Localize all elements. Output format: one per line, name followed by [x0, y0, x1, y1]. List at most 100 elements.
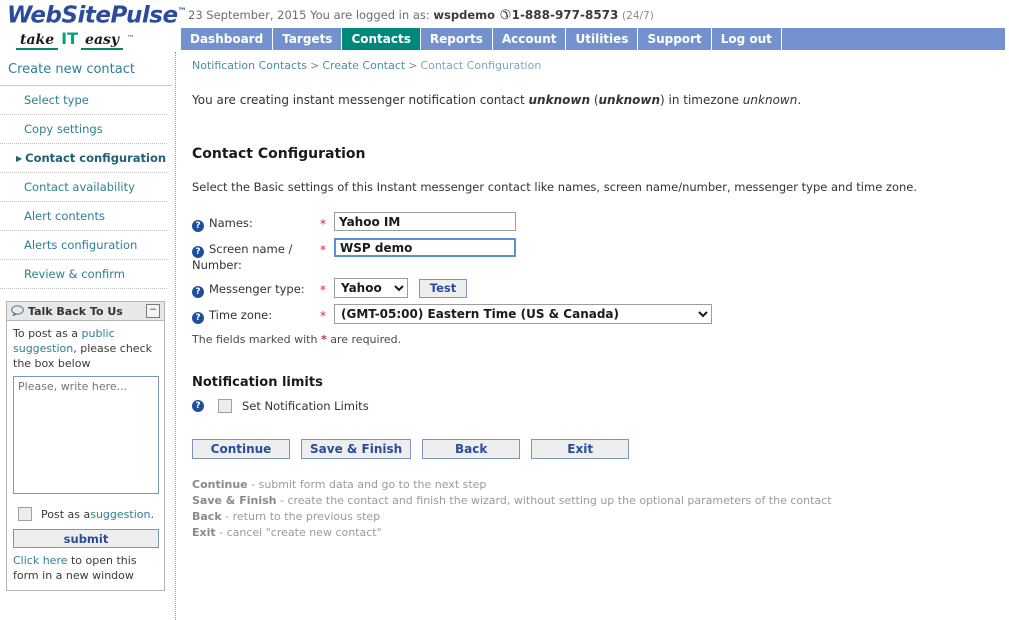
- screen-name-input-cell: [334, 238, 712, 278]
- main-content: Notification Contacts > Create Contact > Con…: [190, 52, 1002, 541]
- sidebar-item-alerts-configuration[interactable]: Alerts configuration: [0, 231, 167, 260]
- current-date: 23 September, 2015: [188, 8, 307, 22]
- intro-timezone-prefix: ) in timezone: [659, 93, 743, 107]
- screen-name-required-star: *: [320, 243, 326, 257]
- intro-prefix: You are creating instant messenger notif…: [192, 93, 529, 107]
- legend-item-exit: Exit - cancel "create new contact": [192, 525, 1002, 541]
- form-row-names: ? Names: *: [192, 212, 712, 238]
- back-button[interactable]: Back: [422, 439, 521, 459]
- logo-tagline: take IT easy ™: [4, 29, 180, 51]
- tagline-word-easy: easy: [81, 32, 124, 51]
- screen-name-label: Screen name / Number:: [192, 242, 293, 272]
- user-status-bar: 23 September, 2015 You are logged in as:…: [188, 8, 654, 23]
- continue-button[interactable]: Continue: [192, 439, 290, 459]
- action-buttons: Continue Save & Finish Back Exit: [192, 439, 1002, 459]
- breadcrumb-item-notification-contacts[interactable]: Notification Contacts: [192, 59, 307, 72]
- names-label: Names:: [209, 216, 253, 230]
- nav-item-reports[interactable]: Reports: [420, 28, 493, 50]
- trademark-symbol: ™: [177, 7, 187, 17]
- nav-item-targets[interactable]: Targets: [273, 28, 343, 50]
- timezone-required-star: *: [320, 309, 326, 323]
- sidebar-item-review-confirm[interactable]: Review & confirm: [0, 260, 167, 289]
- logo-text: WebSitePulse: [7, 2, 178, 29]
- legend-desc: - cancel "create new contact": [215, 526, 382, 539]
- button-legend: Continue - submit form data and go to th…: [192, 477, 1002, 541]
- talk-back-footer: Click here to open this form in a new wi…: [13, 548, 158, 583]
- legend-item-continue: Continue - submit form data and go to th…: [192, 477, 1002, 493]
- nav-item-utilities[interactable]: Utilities: [566, 28, 639, 50]
- section-description: Select the Basic settings of this Instan…: [192, 180, 918, 194]
- collapse-icon[interactable]: −: [146, 304, 160, 318]
- page-title: Contact Configuration: [192, 146, 366, 162]
- help-icon[interactable]: ?: [192, 286, 204, 298]
- talk-back-panel: Talk Back To Us − To post as a public su…: [6, 301, 165, 591]
- messenger-type-label: Messenger type:: [209, 282, 305, 296]
- tagline-trademark-symbol: ™: [127, 33, 135, 42]
- suggestion-link[interactable]: suggestion: [90, 508, 150, 521]
- open-in-new-window-link[interactable]: Click here: [13, 554, 68, 567]
- messenger-type-input-cell: Yahoo Test: [334, 278, 712, 304]
- talk-back-submit-button[interactable]: submit: [13, 529, 159, 548]
- site-logo[interactable]: WebSitePulse™ take IT easy ™: [4, 0, 187, 51]
- contact-configuration-form: ?Names: * ?Screen name / Number: * ?Mess…: [192, 212, 712, 324]
- sidebar-item-alert-contents[interactable]: Alert contents: [0, 202, 167, 231]
- tagline-word-it: IT: [61, 29, 79, 49]
- help-icon[interactable]: ?: [192, 312, 204, 324]
- sidebar-title: Create new contact: [0, 52, 172, 86]
- legend-name: Back: [192, 510, 222, 523]
- nav-item-logout[interactable]: Log out: [711, 28, 782, 50]
- breadcrumb-item-create-contact[interactable]: Create Contact: [322, 59, 405, 72]
- talk-back-textarea[interactable]: [13, 376, 159, 494]
- timezone-select[interactable]: (GMT-05:00) Eastern Time (US & Canada): [334, 304, 712, 324]
- help-icon[interactable]: ?: [192, 246, 204, 258]
- breadcrumb-separator: >: [408, 59, 418, 72]
- legend-name: Save & Finish: [192, 494, 277, 507]
- breadcrumb-separator: >: [310, 59, 320, 72]
- nav-item-contacts[interactable]: Contacts: [342, 28, 421, 50]
- username: wspdemo: [433, 8, 496, 22]
- sidebar-item-contact-availability[interactable]: Contact availability: [0, 173, 167, 202]
- sidebar-item-contact-configuration[interactable]: ▶ Contact configuration: [0, 144, 167, 173]
- legend-name: Exit: [192, 526, 216, 539]
- notification-limits-title: Notification limits: [192, 375, 323, 390]
- names-input-cell: [334, 212, 712, 238]
- legend-desc: - create the contact and finish the wiza…: [276, 494, 832, 507]
- timezone-label-cell: ? Time zone:: [192, 304, 320, 324]
- intro-timezone-value: unknown: [742, 93, 798, 107]
- intro-text-a: To post as a: [13, 327, 82, 340]
- help-icon[interactable]: ?: [192, 220, 204, 232]
- help-icon[interactable]: ?: [192, 400, 204, 412]
- tagline-word-take: take: [16, 32, 59, 51]
- support-hours: (24/7): [622, 10, 654, 22]
- post-as-suggestion-checkbox[interactable]: [18, 507, 32, 521]
- timezone-label: Time zone:: [209, 308, 273, 322]
- phone-icon: ✆: [499, 8, 511, 23]
- intro-suffix: .: [797, 93, 802, 107]
- nav-item-account[interactable]: Account: [492, 28, 567, 50]
- sidebar-item-label: Contact configuration: [25, 151, 167, 165]
- test-button[interactable]: Test: [419, 278, 467, 298]
- names-input[interactable]: [334, 212, 516, 231]
- logo-wordmark: WebSitePulse™: [4, 0, 187, 29]
- sidebar-item-select-type[interactable]: Select type: [0, 86, 167, 115]
- save-finish-button[interactable]: Save & Finish: [301, 439, 412, 459]
- set-notification-limits-checkbox[interactable]: [218, 399, 232, 413]
- exit-button[interactable]: Exit: [531, 439, 630, 459]
- intro-contact-name: unknown: [528, 93, 590, 107]
- required-fields-note: The fields marked with * are required.: [192, 333, 1002, 346]
- form-row-screen-name: ? Screen name / Number: *: [192, 238, 712, 278]
- legend-desc: - submit form data and go to the next st…: [247, 478, 487, 491]
- form-row-timezone: ? Time zone: * (GMT-05:00) Eastern Time (…: [192, 304, 712, 324]
- sidebar-item-copy-settings[interactable]: Copy settings: [0, 115, 167, 144]
- main-navigation: Dashboard Targets Contacts Reports Accou…: [180, 28, 1005, 50]
- checkbox-label-a: Post as a: [41, 507, 91, 521]
- form-row-messenger-type: ? Messenger type: * Yahoo Test: [192, 278, 712, 304]
- breadcrumb: Notification Contacts > Create Contact > Con…: [190, 52, 1002, 72]
- nav-item-dashboard[interactable]: Dashboard: [180, 28, 274, 50]
- breadcrumb-item-contact-configuration: Contact Configuration: [420, 59, 542, 72]
- checkbox-label-b: .: [150, 507, 154, 521]
- nav-item-support[interactable]: Support: [638, 28, 712, 50]
- screen-name-input[interactable]: [334, 238, 516, 257]
- messenger-type-select[interactable]: Yahoo: [334, 278, 408, 298]
- legend-item-save-finish: Save & Finish - create the contact and f…: [192, 493, 1002, 509]
